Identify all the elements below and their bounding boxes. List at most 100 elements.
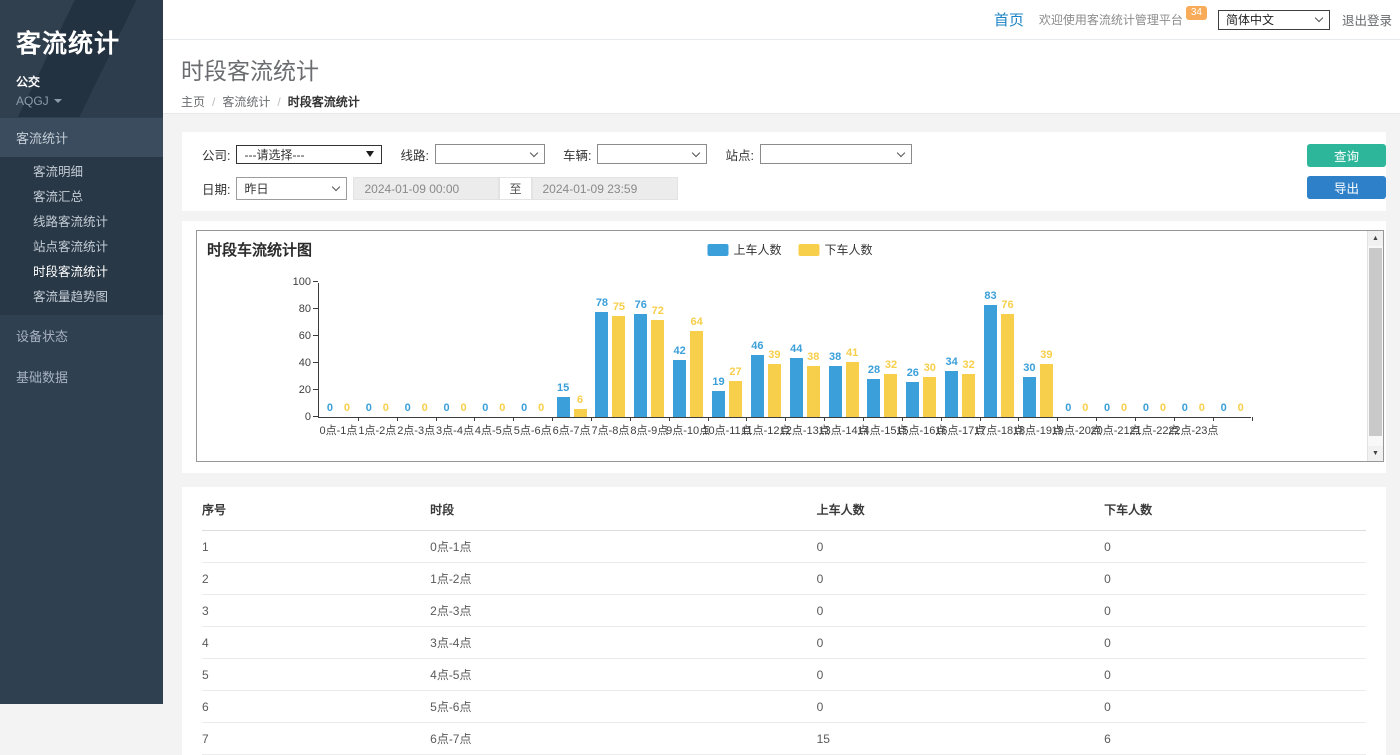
table-panel: 序号时段上车人数下车人数 10点-1点0021点-2点0032点-3点0043点… [182, 487, 1386, 755]
bar-value-label: 0 [482, 402, 488, 414]
bar-pair: 00 [474, 283, 513, 417]
scroll-down-icon[interactable]: ▼ [1368, 446, 1383, 461]
date-to-input[interactable] [532, 177, 678, 200]
table-row: 21点-2点00 [202, 563, 1366, 595]
bar-boarding[interactable]: 30 [1023, 377, 1036, 418]
chart-category-group: 0019点-20点 [1057, 283, 1096, 417]
chart-category-group: 263015点-16点 [902, 283, 941, 417]
line-label: 线路: [400, 145, 428, 164]
bar-alighting[interactable]: 64 [690, 331, 703, 417]
scroll-up-icon[interactable]: ▲ [1368, 231, 1383, 246]
bar-value-label: 0 [538, 402, 544, 414]
sidebar-group-passenger-stats[interactable]: 客流统计 [0, 118, 163, 157]
chart-category-group: 76728点-9点 [630, 283, 669, 417]
bar-pair: 3039 [1018, 283, 1057, 417]
legend-item-alighting[interactable]: 下车人数 [799, 241, 873, 258]
bar-alighting[interactable]: 27 [729, 381, 742, 417]
sidebar-item[interactable]: 时段客流统计 [0, 260, 163, 285]
bar-boarding[interactable]: 34 [945, 371, 958, 417]
sidebar-item[interactable]: 客流量趋势图 [0, 285, 163, 310]
bar-alighting[interactable]: 30 [923, 377, 936, 418]
language-select[interactable]: 简体中文 [1218, 10, 1330, 30]
table-cell: 0 [1104, 659, 1366, 691]
y-axis-tick [313, 308, 318, 309]
bar-boarding[interactable]: 44 [790, 358, 803, 417]
date-label: 日期: [202, 179, 230, 198]
org-code-dropdown[interactable]: AQGJ [16, 94, 147, 108]
bar-alighting[interactable]: 38 [807, 366, 820, 417]
table-cell: 0 [817, 531, 1105, 563]
bar-alighting[interactable]: 41 [846, 362, 859, 417]
bar-boarding[interactable]: 46 [751, 355, 764, 417]
table-header-cell: 时段 [430, 489, 816, 531]
sidebar-group-device-status[interactable]: 设备状态 [0, 315, 163, 356]
legend-label-alighting: 下车人数 [825, 241, 873, 258]
bar-boarding[interactable]: 19 [712, 391, 725, 417]
legend-swatch-alighting [799, 244, 820, 256]
chart-category-group: 0020点-21点 [1096, 283, 1135, 417]
company-select[interactable]: ---请选择--- [236, 145, 382, 164]
sidebar-item[interactable]: 站点客流统计 [0, 235, 163, 260]
bar-boarding[interactable]: 38 [829, 366, 842, 417]
bar-value-label: 0 [1082, 402, 1088, 414]
table-row: 32点-3点00 [202, 595, 1366, 627]
chart-legend: 上车人数 下车人数 [707, 241, 872, 258]
query-button[interactable]: 查询 [1307, 144, 1386, 167]
x-axis-tick [1135, 417, 1136, 421]
bar-value-label: 0 [1065, 402, 1071, 414]
chart-vertical-scrollbar[interactable]: ▲ ▼ [1367, 231, 1383, 461]
bar-boarding[interactable]: 83 [984, 305, 997, 417]
bar-value-label: 30 [924, 362, 936, 374]
date-preset-select[interactable]: 昨日 [236, 177, 347, 200]
breadcrumb-parent[interactable]: 客流统计 [222, 95, 270, 109]
bar-alighting[interactable]: 32 [884, 374, 897, 417]
legend-item-boarding[interactable]: 上车人数 [707, 241, 781, 258]
bar-boarding[interactable]: 78 [595, 312, 608, 417]
bar-pair: 1927 [708, 283, 747, 417]
bar-pair: 00 [1213, 283, 1252, 417]
notification-badge[interactable]: 34 [1186, 6, 1207, 20]
chart-title: 时段车流统计图 [207, 239, 312, 260]
x-axis-label: 3点-4点 [436, 422, 474, 438]
bar-value-label: 0 [521, 402, 527, 414]
bar-boarding[interactable]: 76 [634, 314, 647, 417]
scrollbar-thumb[interactable] [1369, 248, 1382, 436]
bar-boarding[interactable]: 26 [906, 382, 919, 417]
bar-alighting[interactable]: 72 [651, 320, 664, 417]
bar-value-label: 83 [984, 290, 996, 302]
bar-boarding[interactable]: 15 [557, 397, 570, 417]
chart-category-group: 384113点-14点 [824, 283, 863, 417]
sidebar-item[interactable]: 客流明细 [0, 160, 163, 185]
sidebar-group-base-data[interactable]: 基础数据 [0, 356, 163, 397]
bar-boarding[interactable]: 28 [867, 379, 880, 417]
sidebar-item[interactable]: 线路客流统计 [0, 210, 163, 235]
x-axis-tick [1057, 417, 1058, 421]
bar-alighting[interactable]: 76 [1001, 314, 1014, 417]
date-from-input[interactable] [353, 177, 499, 200]
topbar: 首页 欢迎使用客流统计管理平台 34 简体中文 退出登录 [163, 0, 1400, 40]
line-select[interactable] [435, 144, 545, 164]
bar-value-label: 39 [768, 349, 780, 361]
bar-alighting[interactable]: 75 [612, 316, 625, 417]
sidebar-item[interactable]: 客流汇总 [0, 185, 163, 210]
bar-alighting[interactable]: 39 [1040, 364, 1053, 417]
export-button[interactable]: 导出 [1307, 176, 1386, 199]
station-select[interactable] [760, 144, 912, 164]
bar-boarding[interactable]: 42 [673, 360, 686, 417]
bar-alighting[interactable]: 6 [574, 409, 587, 417]
table-cell: 5点-6点 [430, 691, 816, 723]
bar-value-label: 78 [596, 297, 608, 309]
bar-value-label: 0 [383, 402, 389, 414]
breadcrumb-home[interactable]: 主页 [181, 95, 205, 109]
chevron-down-icon [332, 183, 340, 191]
table-row: 65点-6点00 [202, 691, 1366, 723]
chart-category-group: 004点-5点 [474, 283, 513, 417]
logout-link[interactable]: 退出登录 [1342, 10, 1392, 29]
bar-alighting[interactable]: 39 [768, 364, 781, 417]
breadcrumb-current: 时段客流统计 [288, 95, 360, 109]
home-link[interactable]: 首页 [994, 9, 1024, 30]
bar-alighting[interactable]: 32 [962, 374, 975, 417]
vehicle-select[interactable] [597, 144, 707, 164]
x-axis-tick [1174, 417, 1175, 421]
chart-category-group: 0022点-23点 [1174, 283, 1213, 417]
